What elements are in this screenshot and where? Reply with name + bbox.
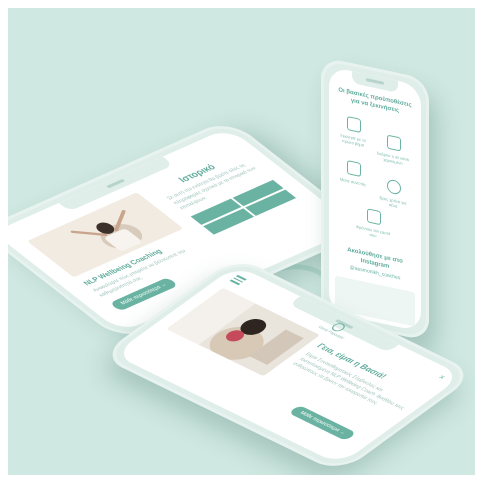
arrow-right-icon: → <box>158 282 169 289</box>
person-icon <box>387 178 401 196</box>
cube-icon <box>347 160 361 178</box>
learn-more-button[interactable]: Μάθε περισσότερα → <box>288 404 357 442</box>
feature-label: Ξεκίνησε με το πρώτο βήμα <box>340 132 366 148</box>
mockup-scene: Ιστορικό Σε αυτή την ενότητα θα βρείτε ό… <box>8 8 475 475</box>
phone-right: Οι βασικές προϋποθέσεις για να ξεκινήσει… <box>321 56 429 342</box>
feature-label: Σκέψου τι σε κάνει χαρούμενο <box>376 150 410 166</box>
heart-hand-icon <box>367 208 381 226</box>
learn-more-label: Μάθε περισσότερα <box>298 410 342 433</box>
close-icon[interactable]: × <box>436 373 448 381</box>
menu-icon[interactable] <box>230 274 247 285</box>
handshake-icon <box>347 116 361 134</box>
requirements-title: Οι βασικές προϋποθέσεις για να ξεκινήσει… <box>338 87 412 115</box>
feature-label: Φρόντισε τον εαυτό σου <box>355 223 391 239</box>
feature-label: Βρες χρόνο για σένα <box>379 194 407 209</box>
box-icon <box>387 134 401 152</box>
feature-label: Μείνε συνεπής <box>339 176 367 188</box>
phone-right-screen: Οι βασικές προϋποθέσεις για να ξεκινήσει… <box>329 66 421 332</box>
arrow-right-icon: → <box>337 429 348 436</box>
